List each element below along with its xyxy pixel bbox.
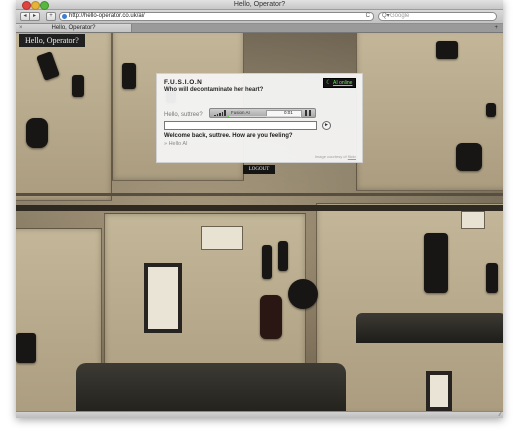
player-progress-bar[interactable]	[228, 115, 300, 117]
send-arrow-icon: ►	[324, 122, 329, 128]
player-progress-fill	[228, 115, 230, 117]
fusion-tagline: Who will decontaminate her heart?	[164, 87, 264, 93]
ai-welcome-message: Welcome back, suttree. How are you feeli…	[164, 133, 293, 139]
logout-button[interactable]: LOGOUT	[243, 165, 275, 174]
tab-label: Hello, Operator?	[51, 25, 96, 31]
window-title: Hello, Operator?	[233, 1, 286, 8]
new-tab-icon[interactable]: +	[494, 24, 498, 32]
tab-bar: × Hello, Operator? +	[16, 24, 503, 33]
fusion-brand: F.U.S.I.O.N	[164, 79, 203, 86]
url-text: http://hello-operator.co.uk/ai/	[69, 13, 145, 19]
tab-hello-operator[interactable]: × Hello, Operator?	[16, 24, 132, 32]
image-credit: Image courtesy of flickr	[315, 154, 356, 159]
title-bar: Hello, Operator?	[16, 0, 503, 10]
forward-arrow-icon: ▸	[32, 13, 36, 19]
status-bar: ⁄⁄	[16, 411, 503, 418]
reload-icon[interactable]: C	[366, 13, 370, 20]
greeting-label: Hello, suttree?	[164, 112, 203, 118]
resize-grip-icon[interactable]: ⁄⁄	[499, 412, 501, 418]
pause-icon[interactable]	[305, 110, 312, 116]
search-icon: Q▾	[382, 13, 390, 19]
address-bar[interactable]: http://hello-operator.co.uk/ai/ C	[59, 12, 374, 21]
page-viewport: Hello, Operator? F.U.S.I.O.N Who will de…	[16, 33, 503, 412]
ai-status-badge[interactable]: ☾ AI online	[323, 78, 356, 88]
fusion-chat-panel: F.U.S.I.O.N Who will decontaminate her h…	[156, 73, 363, 163]
chat-message-input[interactable]	[164, 121, 317, 130]
image-credit-text: Image courtesy of	[314, 154, 347, 159]
search-field[interactable]: Q▾ Google	[378, 12, 497, 21]
add-bookmark-button[interactable]: +	[46, 12, 56, 21]
tab-close-icon[interactable]: ×	[19, 24, 23, 32]
back-arrow-icon: ◂	[23, 13, 27, 19]
image-credit-link[interactable]: flickr	[348, 154, 356, 159]
audio-player: Fusion AI 0:01	[209, 108, 316, 118]
forward-button[interactable]: ▸	[30, 12, 40, 21]
site-title-badge: Hello, Operator?	[19, 34, 85, 47]
browser-toolbar: ◂ ▸ + http://hello-operator.co.uk/ai/ C …	[16, 10, 503, 24]
search-placeholder: Google	[390, 13, 410, 19]
ai-status-text[interactable]: AI online	[333, 79, 352, 87]
signal-bars-icon	[214, 110, 226, 116]
back-button[interactable]: ◂	[20, 12, 30, 21]
send-button[interactable]: ►	[322, 121, 331, 130]
user-message: » Hello AI	[164, 141, 188, 147]
browser-window: Hello, Operator? ◂ ▸ + http://hello-oper…	[16, 0, 503, 418]
globe-icon	[62, 14, 67, 19]
moon-icon: ☾	[326, 80, 332, 86]
plus-icon: +	[49, 13, 53, 19]
